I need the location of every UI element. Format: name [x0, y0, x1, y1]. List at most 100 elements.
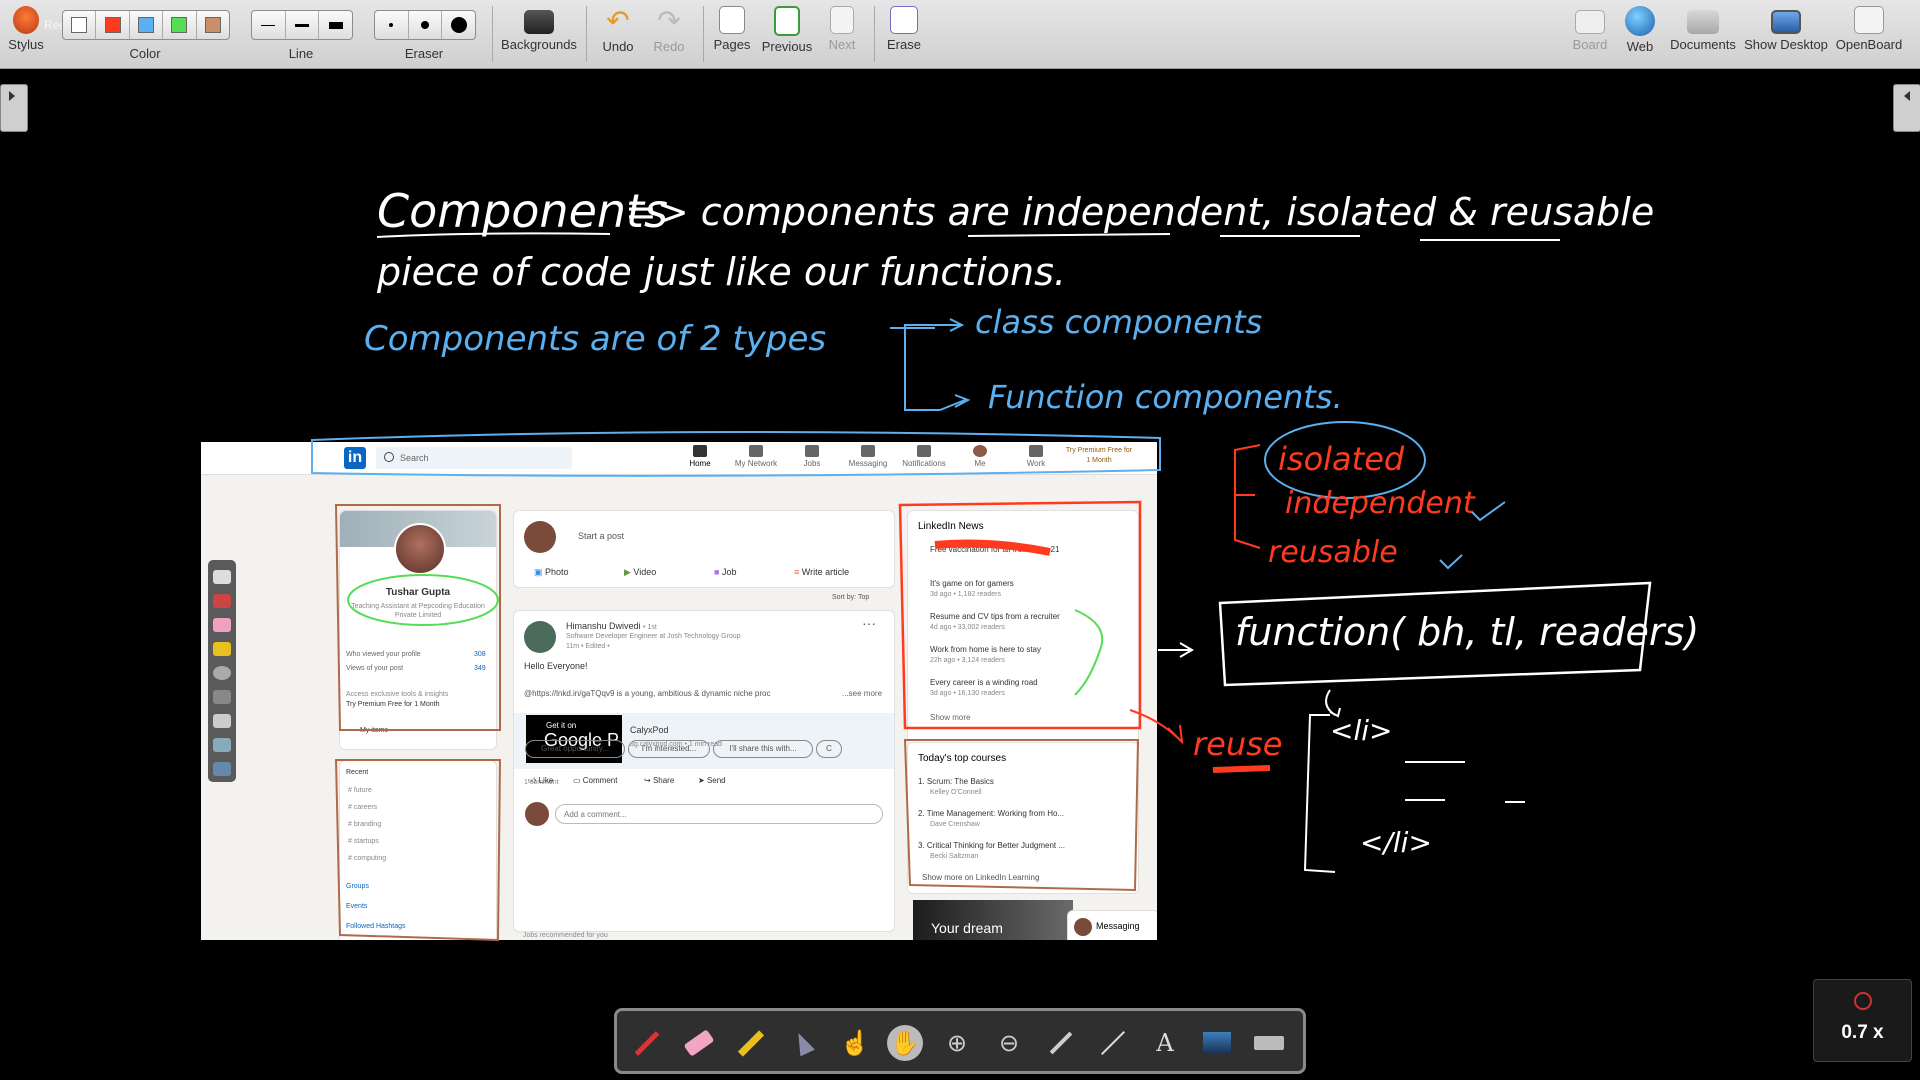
next-button[interactable]: Next	[822, 4, 862, 52]
note-function-components: Function components.	[988, 378, 1343, 416]
color-picker[interactable]	[62, 10, 230, 40]
eraser-large-icon	[450, 17, 467, 33]
eraser-medium[interactable]	[409, 11, 443, 39]
openboard-label: OpenBoard	[1835, 37, 1903, 52]
line-thin[interactable]	[252, 11, 286, 39]
redo-icon: ↷	[657, 5, 681, 36]
underline-stroke	[1212, 765, 1271, 773]
keyboard-icon	[1254, 1036, 1284, 1050]
line-medium[interactable]	[286, 11, 320, 39]
pages-button[interactable]: Pages	[712, 4, 752, 52]
monitor-icon	[1771, 10, 1801, 34]
eraser-small-icon	[389, 23, 394, 27]
note-types-title: Components are of 2 types	[364, 319, 826, 359]
web-button[interactable]: Web	[1620, 4, 1660, 54]
redo-button[interactable]: ↷ Redo	[649, 4, 689, 55]
line-icon	[1100, 1030, 1126, 1056]
eraser-tool[interactable]	[681, 1025, 717, 1061]
undo-icon: ↶	[606, 5, 630, 36]
stylus-button[interactable]: Stylus	[4, 4, 48, 52]
eraser-medium-icon	[421, 21, 429, 29]
magic-hand-icon: ☝	[840, 1029, 870, 1057]
eraser-small[interactable]	[375, 11, 409, 39]
highlighter-icon	[737, 1029, 765, 1057]
zoom-in-icon: ⊕	[946, 1029, 968, 1057]
next-label: Next	[828, 37, 856, 52]
zoom-indicator: 0.7 x	[1813, 979, 1912, 1062]
note-definition: => components are independent, isolated …	[625, 190, 1654, 234]
tag-independent: independent	[1285, 486, 1476, 521]
color-white[interactable]	[63, 11, 97, 39]
line-thick[interactable]	[319, 11, 352, 39]
arrow-stroke	[939, 394, 971, 411]
selector-tool[interactable]	[785, 1025, 821, 1061]
undo-label: Undo	[602, 39, 634, 54]
erase-icon	[890, 6, 918, 34]
previous-button[interactable]: Previous	[761, 4, 813, 54]
arrow-stroke	[935, 318, 965, 332]
zoom-out-tool[interactable]: ⊖	[991, 1025, 1027, 1061]
color-brown[interactable]	[197, 11, 229, 39]
zoom-value: 0.7 x	[1841, 1022, 1884, 1043]
eraser-large[interactable]	[442, 11, 475, 39]
erase-button[interactable]: Erase	[884, 4, 924, 52]
arrow-stroke	[1325, 689, 1341, 718]
board-button[interactable]: Board	[1570, 4, 1610, 52]
capture-icon	[1203, 1032, 1231, 1054]
scribble-stroke	[934, 539, 1051, 556]
zoom-in-tool[interactable]: ⊕	[939, 1025, 975, 1061]
undo-button[interactable]: ↶ Undo	[598, 4, 638, 55]
color-green[interactable]	[163, 11, 197, 39]
keyboard-tool[interactable]	[1251, 1025, 1287, 1061]
line-label: Line	[288, 46, 314, 61]
tag-reusable: reusable	[1268, 535, 1398, 570]
toolbar-divider	[703, 6, 704, 62]
line-width-picker[interactable]	[251, 10, 353, 40]
backgrounds-button[interactable]: Backgrounds	[499, 4, 579, 52]
text-icon: A	[1156, 1029, 1174, 1057]
interact-tool[interactable]: ☝	[837, 1025, 873, 1061]
color-red-swatch	[104, 17, 121, 33]
backgrounds-label: Backgrounds	[501, 37, 577, 52]
color-red[interactable]	[96, 11, 130, 39]
text-tool[interactable]: A	[1147, 1025, 1183, 1061]
recent-box-stroke	[334, 759, 502, 942]
eraser-size-picker[interactable]	[374, 10, 476, 40]
documents-button[interactable]: Documents	[1666, 4, 1740, 52]
laser-pointer-icon	[1049, 1031, 1073, 1055]
folder-icon	[1687, 10, 1719, 34]
bracket-stroke	[890, 324, 940, 411]
redo-label: Redo	[653, 39, 685, 54]
zoom-out-icon: ⊖	[998, 1029, 1020, 1057]
highlighter-tool[interactable]	[733, 1025, 769, 1061]
capture-tool[interactable]	[1199, 1025, 1235, 1061]
magnifier-icon	[1853, 992, 1872, 1010]
top-toolbar: Stylus Recording Color Line Eraser Backg…	[0, 0, 1920, 69]
color-blue[interactable]	[130, 11, 164, 39]
underline-stroke	[967, 233, 1171, 237]
pen-icon	[634, 1030, 660, 1056]
eraser-icon	[683, 1029, 715, 1057]
openboard-menu-button[interactable]: OpenBoard	[1832, 4, 1906, 52]
show-desktop-button[interactable]: Show Desktop	[1742, 4, 1830, 52]
laser-pointer-tool[interactable]	[1043, 1025, 1079, 1061]
news-box-stroke	[898, 500, 1142, 730]
toolbar-divider	[492, 6, 493, 62]
hand-tool[interactable]: ✋	[887, 1025, 923, 1061]
tag-isolated: isolated	[1278, 440, 1405, 478]
line-tool[interactable]	[1095, 1025, 1131, 1061]
pen-tool[interactable]	[629, 1025, 665, 1061]
board-canvas[interactable]: Components => components are independent…	[0, 68, 1920, 1008]
line-medium-icon	[295, 23, 309, 27]
tool-palette: ☝ ✋ ⊕ ⊖ A	[614, 1008, 1306, 1074]
note-piece-of-code: piece of code just like our functions.	[376, 250, 1066, 294]
pages-icon	[719, 6, 745, 34]
globe-icon	[1625, 6, 1655, 36]
stylus-icon	[13, 6, 39, 34]
board-icon	[1575, 10, 1605, 34]
arrow-stroke	[1158, 642, 1194, 658]
name-circle-stroke	[347, 574, 499, 626]
note-class-components: class components	[975, 303, 1262, 341]
reuse-note: reuse	[1193, 725, 1282, 763]
hand-icon: ✋	[890, 1029, 920, 1057]
